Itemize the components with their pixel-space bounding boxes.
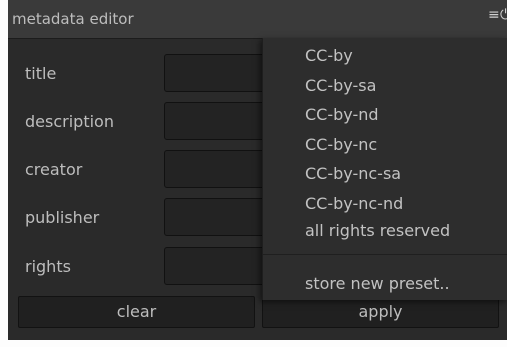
- preset-item[interactable]: CC-by-nd: [305, 105, 379, 124]
- apply-button[interactable]: apply: [262, 296, 499, 328]
- preset-item[interactable]: CC-by-nc: [305, 135, 377, 154]
- reset-icon[interactable]: ⏻: [500, 7, 507, 23]
- field-label-description: description: [25, 112, 114, 131]
- field-label-publisher: publisher: [25, 208, 100, 227]
- menu-icon[interactable]: ≡: [488, 7, 500, 23]
- clear-button[interactable]: clear: [18, 296, 255, 328]
- store-new-preset-item[interactable]: store new preset..: [305, 274, 450, 293]
- preset-item[interactable]: CC-by-nc-sa: [305, 164, 401, 183]
- preset-item[interactable]: all rights reserved: [305, 221, 450, 240]
- panel-title: metadata editor: [12, 10, 134, 28]
- presets-dropdown-menu: CC-by CC-by-sa CC-by-nd CC-by-nc CC-by-n…: [262, 38, 507, 300]
- field-label-title: title: [25, 64, 57, 83]
- preset-item[interactable]: CC-by: [305, 46, 353, 65]
- field-label-rights: rights: [25, 257, 71, 276]
- field-label-creator: creator: [25, 160, 83, 179]
- panel-header[interactable]: metadata editor ≡ ⏻: [8, 0, 507, 39]
- preset-item[interactable]: CC-by-sa: [305, 76, 376, 95]
- menu-divider: [263, 254, 507, 255]
- preset-item[interactable]: CC-by-nc-nd: [305, 194, 403, 213]
